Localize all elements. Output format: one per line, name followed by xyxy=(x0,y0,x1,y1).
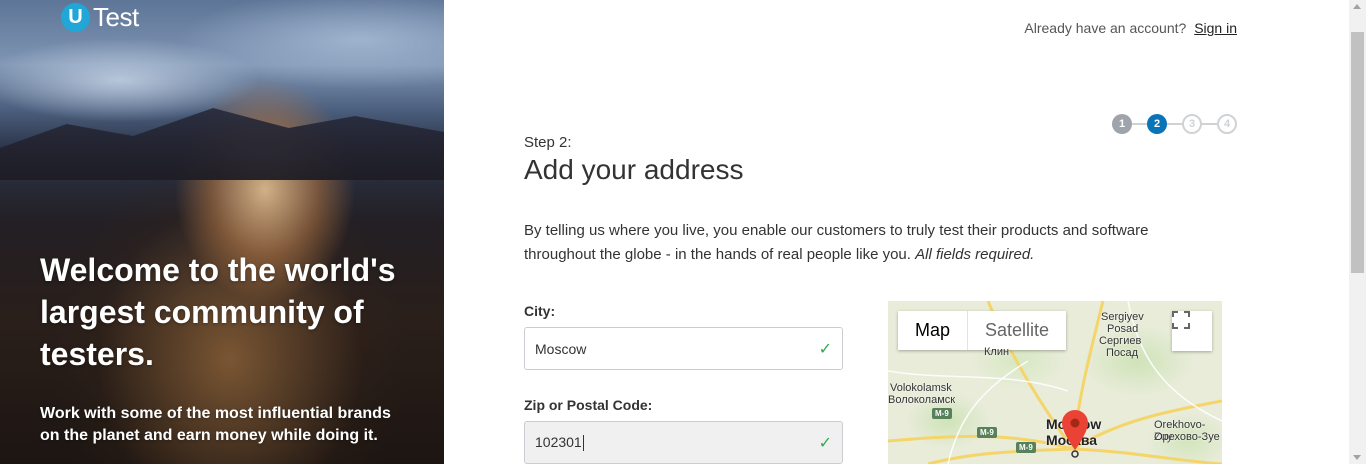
account-prompt-bar: Already have an account? Sign in xyxy=(1024,20,1237,36)
valid-check-icon: ✓ xyxy=(818,434,832,452)
scroll-up-arrow-icon[interactable] xyxy=(1353,4,1361,9)
text-caret xyxy=(582,435,584,452)
logo-mark: U xyxy=(61,3,90,32)
zip-value-wrap: 102301 xyxy=(535,433,819,452)
step-connector xyxy=(1167,123,1182,125)
page-scrollbar[interactable] xyxy=(1349,0,1366,464)
location-map[interactable]: Map Satellite Sergiyev Posad Сергиев Пос… xyxy=(888,301,1222,464)
step-progress: 1 2 3 4 xyxy=(1112,114,1237,134)
intro-body: By telling us where you live, you enable… xyxy=(524,222,1149,263)
fullscreen-button[interactable] xyxy=(1172,311,1212,351)
road-shield: M-9 xyxy=(1016,442,1036,453)
map-marker-icon[interactable] xyxy=(1062,410,1088,460)
step-indicator-1: 1 xyxy=(1112,114,1132,134)
map-place-label: Volokolamsk xyxy=(890,382,952,394)
zip-field[interactable]: 102301 ✓ xyxy=(524,421,843,464)
map-place-label: Клин xyxy=(984,346,1010,358)
map-place-label: Posad xyxy=(1107,323,1139,335)
step-label: Step 2: xyxy=(524,134,572,151)
map-type-map-button[interactable]: Map xyxy=(898,311,969,350)
step-indicator-4: 4 xyxy=(1217,114,1237,134)
step-indicator-2: 2 xyxy=(1147,114,1167,134)
map-place-label: Посад xyxy=(1106,347,1139,359)
hero-headline: Welcome to the world's largest community… xyxy=(40,252,396,372)
sign-in-link[interactable]: Sign in xyxy=(1194,20,1237,36)
city-label: City: xyxy=(524,303,556,319)
road-shield: M-9 xyxy=(932,408,952,419)
city-value: Moscow xyxy=(535,340,587,357)
logo-text: Test xyxy=(93,2,139,32)
scrollbar-thumb[interactable] xyxy=(1351,32,1364,273)
fullscreen-icon xyxy=(1172,311,1190,329)
required-note: All fields required. xyxy=(915,246,1035,263)
hero-subtext: Work with some of the most influential b… xyxy=(40,405,391,444)
zip-label: Zip or Postal Code: xyxy=(524,397,653,413)
page-title: Add your address xyxy=(524,154,744,185)
hero-background-mountains xyxy=(0,108,444,180)
zip-value: 102301 xyxy=(535,433,582,450)
account-prompt-text: Already have an account? xyxy=(1024,20,1187,36)
valid-check-icon: ✓ xyxy=(818,340,832,358)
map-type-satellite-button[interactable]: Satellite xyxy=(968,311,1066,350)
map-place-label: Волоколамск xyxy=(888,394,956,406)
map-place-label: Sergiyev xyxy=(1101,311,1144,323)
road-shield: M-9 xyxy=(977,427,997,438)
hero-panel: U Test Welcome to the world's largest co… xyxy=(0,0,444,464)
map-place-label: Орехово-Зуе xyxy=(1154,431,1220,443)
step-connector xyxy=(1132,123,1147,125)
intro-text: By telling us where you live, you enable… xyxy=(524,219,1214,267)
step-indicator-3: 3 xyxy=(1182,114,1202,134)
utest-logo[interactable]: U Test xyxy=(61,2,139,33)
map-place-label: Сергиев xyxy=(1099,335,1142,347)
scroll-down-arrow-icon[interactable] xyxy=(1353,455,1361,460)
map-type-switch: Map Satellite xyxy=(898,311,1067,350)
step-connector xyxy=(1202,123,1217,125)
city-field[interactable]: Moscow ✓ xyxy=(524,327,843,370)
